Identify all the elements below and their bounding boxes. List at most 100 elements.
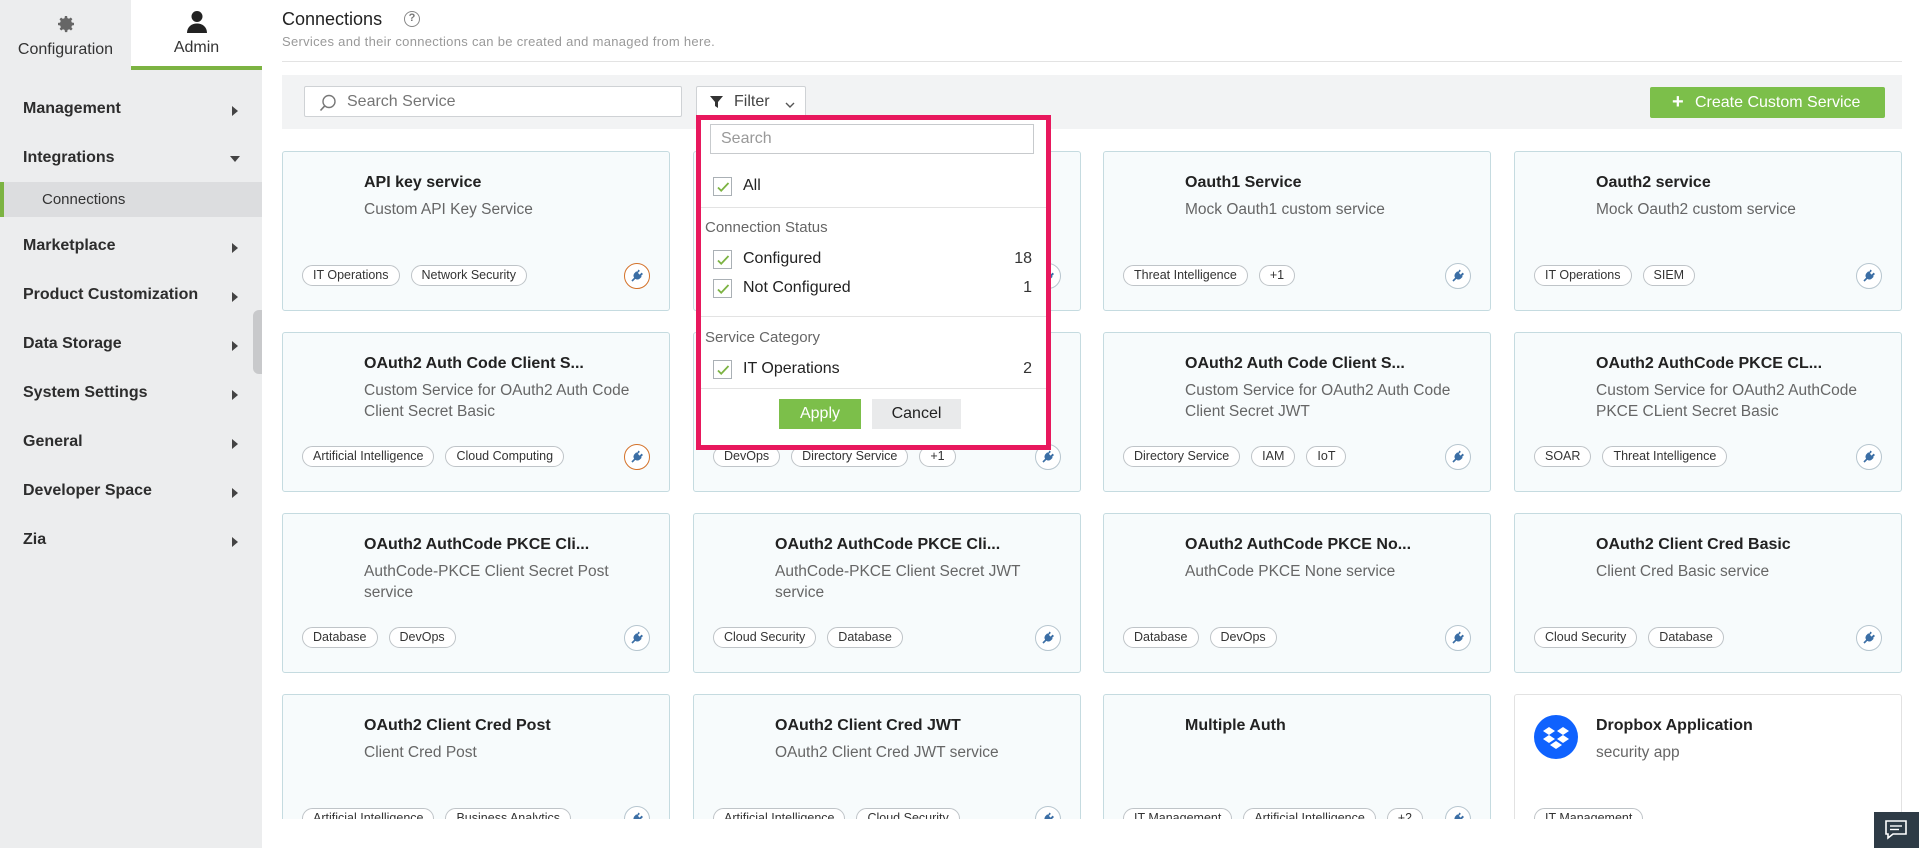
filter-option-count: 1 — [1023, 279, 1032, 296]
search-service-input[interactable] — [347, 87, 667, 116]
sidebar-item-developer-space[interactable]: Developer Space — [0, 466, 262, 515]
dropbox-logo-icon — [1534, 715, 1578, 759]
category-tag: SIEM — [1642, 265, 1696, 286]
plug-icon[interactable] — [1445, 806, 1471, 819]
filter-option-count: 2 — [1023, 360, 1032, 377]
caret-right-icon — [232, 292, 238, 302]
service-card[interactable]: OAuth2 Client Cred Post Client Cred Post A… — [282, 694, 670, 819]
service-card[interactable]: OAuth2 AuthCode PKCE Cli... AuthCode-PKCE… — [693, 513, 1081, 673]
plug-icon[interactable] — [1856, 263, 1882, 289]
apply-button[interactable]: Apply — [779, 399, 861, 429]
plug-icon[interactable] — [1035, 625, 1061, 651]
tab-admin[interactable]: Admin — [131, 0, 262, 70]
plug-icon[interactable] — [1856, 444, 1882, 470]
filter-button[interactable]: Filter — [696, 86, 806, 117]
service-card[interactable]: OAuth2 Auth Code Client S... Custom Servi… — [1103, 332, 1491, 492]
filter-search-input[interactable]: Search — [710, 124, 1034, 154]
service-card[interactable]: OAuth2 AuthCode PKCE No... AuthCode PKCE … — [1103, 513, 1491, 673]
service-card[interactable]: Oauth1 Service Mock Oauth1 custom service… — [1103, 151, 1491, 311]
service-card-title: Oauth1 Service — [1185, 174, 1302, 191]
checkbox-checked-icon[interactable] — [713, 279, 732, 298]
plug-icon[interactable] — [1445, 263, 1471, 289]
filter-option-label: Configured — [743, 250, 822, 267]
sidebar-item-label: General — [23, 433, 83, 450]
category-tag: IoT — [1306, 446, 1347, 467]
service-card[interactable]: Multiple Auth IT Management Artificial Int… — [1103, 694, 1491, 819]
sidebar-item-management[interactable]: Management — [0, 84, 262, 133]
service-card-description: Custom Service for OAuth2 AuthCode PKCE … — [1596, 382, 1858, 420]
plug-icon[interactable] — [624, 444, 650, 470]
plug-icon[interactable] — [624, 625, 650, 651]
sidebar-item-data-storage[interactable]: Data Storage — [0, 319, 262, 368]
tab-configuration-label: Configuration — [17, 41, 114, 58]
service-card[interactable]: OAuth2 Client Cred Basic Client Cred Basi… — [1514, 513, 1902, 673]
category-tag: Artificial Intelligence — [1243, 808, 1376, 819]
search-service-box[interactable] — [304, 86, 682, 117]
caret-right-icon — [232, 243, 238, 253]
chat-button[interactable] — [1874, 812, 1919, 848]
service-card[interactable]: OAuth2 Auth Code Client S... Custom Servi… — [282, 332, 670, 492]
plug-icon[interactable] — [624, 806, 650, 819]
service-card[interactable]: Oauth2 service Mock Oauth2 custom service… — [1514, 151, 1902, 311]
plug-icon[interactable] — [1445, 625, 1471, 651]
sidebar-item-zia[interactable]: Zia — [0, 515, 262, 564]
service-card-tags: IT Management Artificial Intelligence +2 — [1123, 808, 1424, 819]
plug-icon[interactable] — [1035, 806, 1061, 819]
sidebar-item-system-settings[interactable]: System Settings — [0, 368, 262, 417]
plug-icon[interactable] — [1856, 625, 1882, 651]
filter-divider — [701, 388, 1046, 389]
filter-option-count: 18 — [1014, 250, 1032, 267]
caret-down-icon — [230, 156, 240, 162]
service-card-tags: IT Operations SIEM — [1534, 265, 1696, 286]
sidebar-item-marketplace[interactable]: Marketplace — [0, 221, 262, 270]
service-card[interactable]: OAuth2 AuthCode PKCE CL... Custom Service… — [1514, 332, 1902, 492]
filter-option-all[interactable]: All — [701, 172, 1046, 202]
category-tag: Artificial Intelligence — [302, 446, 435, 467]
sidebar-item-product-customization[interactable]: Product Customization — [0, 270, 262, 319]
help-icon[interactable]: ? — [404, 11, 420, 27]
service-card-grid: API key service Custom API Key Service IT … — [282, 151, 1902, 819]
category-tag: Cloud Security — [856, 808, 960, 819]
category-tag: IT Management — [1534, 808, 1644, 819]
filter-option-configured[interactable]: Configured 18 — [701, 245, 1046, 275]
filter-option-not-configured[interactable]: Not Configured 1 — [701, 274, 1046, 304]
service-card-title: Dropbox Application — [1596, 717, 1753, 734]
service-card[interactable]: Dropbox Application security app IT Manage… — [1514, 694, 1902, 819]
sidebar-item-general[interactable]: General — [0, 417, 262, 466]
service-card-description: AuthCode PKCE None service — [1185, 563, 1396, 580]
sidebar-collapse-handle[interactable] — [253, 310, 262, 374]
service-card-description: security app — [1596, 744, 1680, 761]
sidebar-item-integrations[interactable]: Integrations — [0, 133, 262, 182]
service-card-tags: Database DevOps — [1123, 627, 1277, 648]
page-title: Connections — [282, 9, 383, 29]
service-card[interactable]: API key service Custom API Key Service IT … — [282, 151, 670, 311]
caret-right-icon — [232, 390, 238, 400]
user-icon — [186, 9, 208, 35]
category-tag: Database — [1123, 627, 1199, 648]
filter-dropdown: Search All Connection Status Configured … — [696, 115, 1051, 450]
filter-option-it-operations[interactable]: IT Operations 2 — [701, 355, 1046, 385]
category-tag: IT Operations — [1534, 265, 1632, 286]
category-tag: DevOps — [388, 627, 456, 648]
service-card-tags: IT Management — [1534, 808, 1644, 819]
category-tag: +1 — [1258, 265, 1296, 286]
sidebar-item-label: Product Customization — [23, 286, 199, 303]
tab-configuration[interactable]: Configuration — [0, 0, 131, 70]
category-tag: Business Analytics — [445, 808, 571, 819]
plug-icon[interactable] — [624, 263, 650, 289]
category-tag: Artificial Intelligence — [302, 808, 435, 819]
plug-icon[interactable] — [1445, 444, 1471, 470]
service-card-description: Client Cred Basic service — [1596, 563, 1770, 580]
service-card-tags: Cloud Security Database — [713, 627, 903, 648]
service-card[interactable]: OAuth2 Client Cred JWT OAuth2 Client Cred… — [693, 694, 1081, 819]
service-card[interactable]: OAuth2 AuthCode PKCE Cli... AuthCode-PKCE… — [282, 513, 670, 673]
checkbox-checked-icon[interactable] — [713, 177, 732, 196]
create-custom-service-button[interactable]: + Create Custom Service — [1650, 87, 1885, 118]
sidebar-item-connections[interactable]: Connections — [0, 182, 262, 217]
filter-divider — [701, 207, 1046, 208]
checkbox-checked-icon[interactable] — [713, 360, 732, 379]
service-card-title: Oauth2 service — [1596, 174, 1711, 191]
cancel-button[interactable]: Cancel — [872, 399, 961, 429]
caret-right-icon — [232, 537, 238, 547]
checkbox-checked-icon[interactable] — [713, 250, 732, 269]
